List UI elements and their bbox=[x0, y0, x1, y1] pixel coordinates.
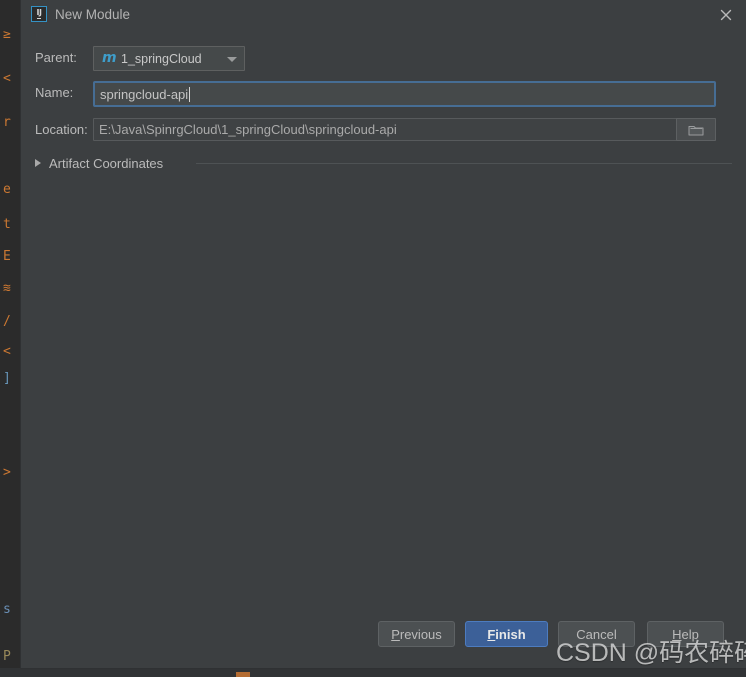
gutter-char: ] bbox=[3, 371, 11, 386]
gutter-char: E bbox=[3, 249, 11, 264]
cancel-button-label: Cancel bbox=[576, 626, 617, 642]
gutter-char: t bbox=[3, 217, 11, 232]
dialog-titlebar: IJ New Module bbox=[21, 0, 746, 29]
dialog-footer: Previous Finish Cancel Help bbox=[21, 618, 746, 668]
artifact-coordinates-label: Artifact Coordinates bbox=[49, 155, 164, 171]
close-icon[interactable] bbox=[714, 3, 738, 27]
name-row: Name: springcloud-api bbox=[21, 81, 746, 107]
finish-button-mnemonic: F bbox=[487, 626, 496, 642]
gutter-char: ≥ bbox=[3, 27, 11, 42]
text-caret bbox=[189, 87, 190, 102]
new-module-dialog: IJ New Module Parent: m 1_springCloud Na… bbox=[21, 0, 746, 668]
dialog-title: New Module bbox=[55, 7, 131, 22]
gutter-char: / bbox=[3, 314, 11, 329]
name-input[interactable]: springcloud-api bbox=[93, 81, 716, 107]
finish-button-label: inish bbox=[495, 626, 526, 642]
previous-button[interactable]: Previous bbox=[378, 621, 455, 647]
gutter-char: < bbox=[3, 71, 11, 86]
help-button[interactable]: Help bbox=[647, 621, 724, 647]
name-input-value: springcloud-api bbox=[100, 87, 189, 102]
location-label: Location: bbox=[35, 122, 88, 137]
location-row: Location: E:\Java\SpinrgCloud\1_springCl… bbox=[21, 118, 746, 142]
app-icon-label: IJ bbox=[36, 8, 42, 19]
gutter-char: r bbox=[3, 115, 11, 130]
editor-bottom-accent bbox=[236, 672, 250, 677]
editor-gutter-strip: ≥ < r e t E ≋ / < ] > s P bbox=[0, 0, 21, 668]
parent-row: Parent: m 1_springCloud bbox=[21, 46, 746, 71]
parent-dropdown[interactable]: m 1_springCloud bbox=[93, 46, 245, 71]
folder-icon bbox=[688, 125, 704, 135]
gutter-char: > bbox=[3, 465, 11, 480]
maven-module-icon: m bbox=[102, 50, 117, 66]
gutter-char: P bbox=[3, 649, 11, 664]
location-input[interactable]: E:\Java\SpinrgCloud\1_springCloud\spring… bbox=[93, 118, 716, 141]
help-button-label: elp bbox=[681, 626, 699, 642]
intellij-idea-icon: IJ bbox=[31, 6, 47, 22]
artifact-coordinates-toggle[interactable]: Artifact Coordinates bbox=[35, 153, 163, 173]
name-label: Name: bbox=[35, 85, 74, 100]
dialog-form: Parent: m 1_springCloud Name: springclou… bbox=[21, 29, 746, 668]
previous-button-mnemonic: P bbox=[391, 626, 400, 642]
location-input-value: E:\Java\SpinrgCloud\1_springCloud\spring… bbox=[99, 122, 397, 137]
browse-folder-button[interactable] bbox=[676, 118, 716, 141]
chevron-down-icon bbox=[227, 57, 237, 62]
cancel-button[interactable]: Cancel bbox=[558, 621, 635, 647]
editor-bottom-strip bbox=[0, 668, 746, 677]
chevron-right-icon bbox=[35, 159, 41, 167]
gutter-char: ≋ bbox=[3, 281, 11, 296]
gutter-char: < bbox=[3, 344, 11, 359]
gutter-char: s bbox=[3, 602, 11, 617]
artifact-coordinates-row: Artifact Coordinates bbox=[21, 153, 746, 173]
gutter-char: e bbox=[3, 182, 11, 197]
parent-label: Parent: bbox=[35, 50, 77, 65]
finish-button[interactable]: Finish bbox=[465, 621, 548, 647]
previous-button-label: revious bbox=[399, 626, 442, 642]
help-button-mnemonic: H bbox=[672, 626, 682, 642]
section-divider bbox=[196, 163, 732, 164]
parent-selected-value: 1_springCloud bbox=[121, 52, 202, 66]
